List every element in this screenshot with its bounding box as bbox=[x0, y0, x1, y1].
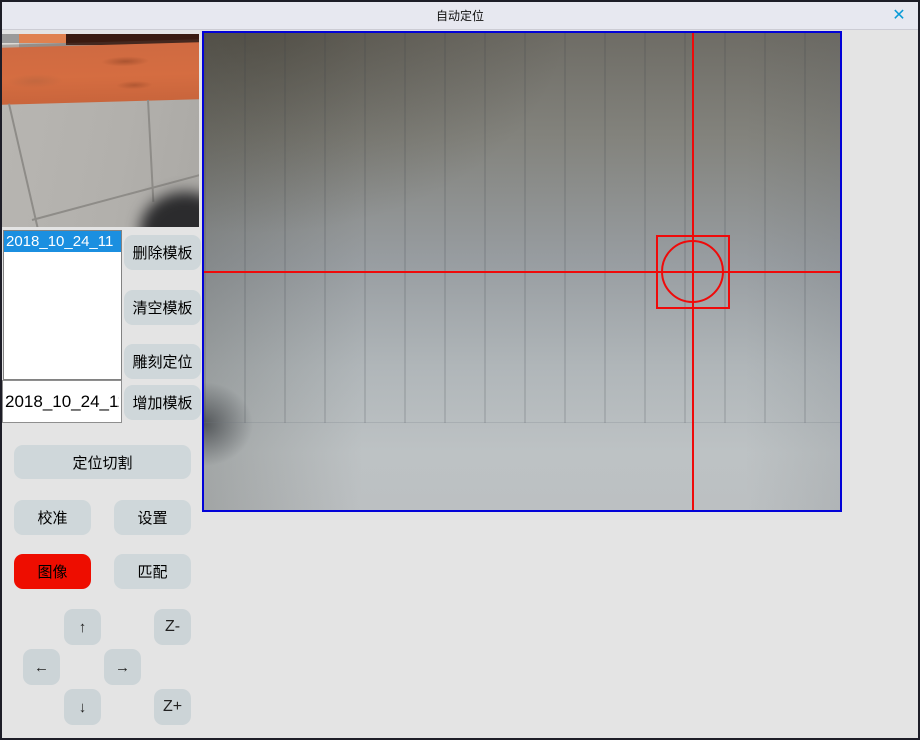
add-template-button[interactable]: 增加模板 bbox=[124, 385, 201, 420]
engrave-position-button[interactable]: 雕刻定位 bbox=[124, 344, 201, 379]
calibrate-button[interactable]: 校准 bbox=[14, 500, 91, 535]
roi-circle bbox=[661, 240, 724, 303]
list-item[interactable]: 2018_10_24_11 bbox=[4, 231, 121, 252]
thumbnail-detail bbox=[2, 34, 19, 43]
thumbnail-grout-line bbox=[8, 104, 39, 227]
crosshair-horizontal-line bbox=[204, 271, 840, 273]
settings-button[interactable]: 设置 bbox=[114, 500, 191, 535]
jog-right-button[interactable]: → bbox=[104, 649, 141, 685]
template-list[interactable]: 2018_10_24_11 bbox=[3, 230, 122, 380]
z-plus-button[interactable]: Z+ bbox=[154, 689, 191, 725]
image-button[interactable]: 图像 bbox=[14, 554, 91, 589]
auto-position-window: 自动定位 ✕ 2018_10_24_11 删除模板 清空模板 雕刻定位 增加模板… bbox=[0, 0, 920, 740]
template-thumbnail bbox=[2, 34, 199, 227]
jog-left-button[interactable]: ← bbox=[23, 649, 60, 685]
window-title: 自动定位 bbox=[2, 2, 918, 30]
jog-down-button[interactable]: ↓ bbox=[64, 689, 101, 725]
delete-template-button[interactable]: 删除模板 bbox=[124, 235, 201, 270]
match-button[interactable]: 匹配 bbox=[114, 554, 191, 589]
position-cut-button[interactable]: 定位切割 bbox=[14, 445, 191, 479]
close-icon[interactable]: ✕ bbox=[887, 5, 911, 27]
title-bar: 自动定位 ✕ bbox=[2, 2, 918, 30]
template-name-input[interactable] bbox=[2, 380, 122, 423]
thumbnail-dark-object bbox=[140, 192, 199, 227]
z-minus-button[interactable]: Z- bbox=[154, 609, 191, 645]
camera-image bbox=[204, 33, 840, 510]
thumbnail-orange-beam bbox=[2, 42, 199, 105]
ceiling-panel-lines bbox=[204, 33, 840, 423]
camera-view[interactable] bbox=[202, 31, 842, 512]
jog-up-button[interactable]: ↑ bbox=[64, 609, 101, 645]
clear-templates-button[interactable]: 清空模板 bbox=[124, 290, 201, 325]
thumbnail-detail bbox=[19, 34, 66, 43]
